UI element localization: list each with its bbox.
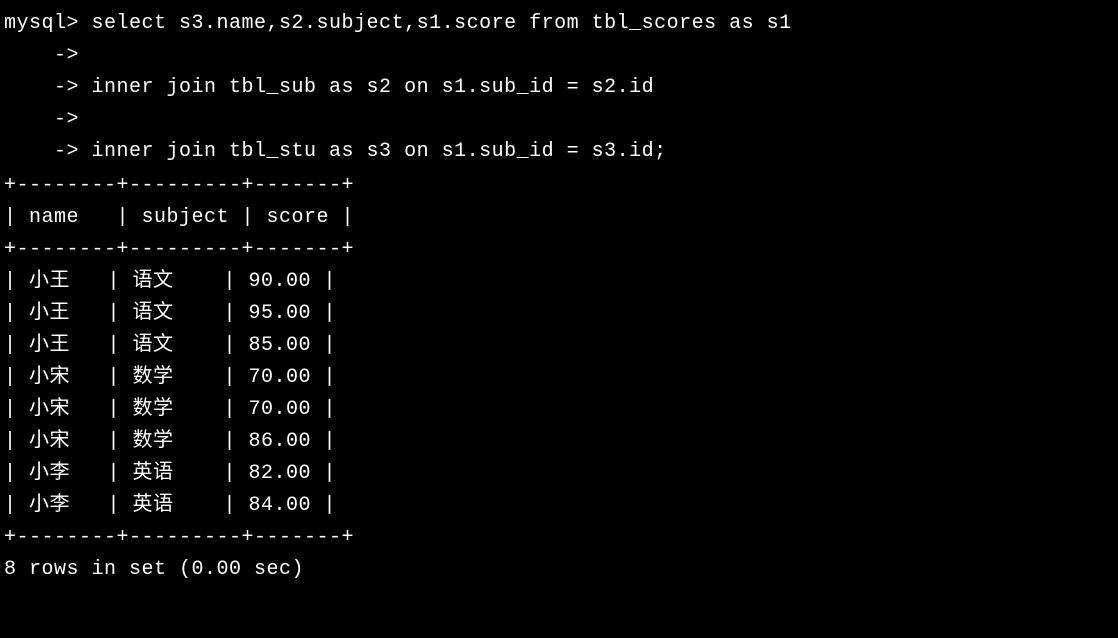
continuation-prompt: -> (4, 140, 92, 163)
result-table: +--------+---------+-------+ | name | su… (4, 170, 1114, 554)
table-border-bottom: +--------+---------+-------+ (4, 522, 1114, 554)
table-row: | 小王 | 语文 | 85.00 | (4, 330, 1114, 362)
mysql-prompt: mysql> (4, 12, 92, 35)
table-row: | 小李 | 英语 | 84.00 | (4, 490, 1114, 522)
continuation-prompt: -> (4, 44, 92, 67)
table-row: | 小宋 | 数学 | 86.00 | (4, 426, 1114, 458)
query-text-5: inner join tbl_stu as s3 on s1.sub_id = … (92, 140, 667, 163)
table-row: | 小王 | 语文 | 90.00 | (4, 266, 1114, 298)
query-line-1: mysql> select s3.name,s2.subject,s1.scor… (4, 8, 1114, 40)
query-line-2: -> (4, 40, 1114, 72)
continuation-prompt: -> (4, 108, 92, 131)
rows-in-set: 8 rows in set (0.00 sec) (4, 554, 1114, 586)
table-row: | 小宋 | 数学 | 70.00 | (4, 362, 1114, 394)
table-row: | 小李 | 英语 | 82.00 | (4, 458, 1114, 490)
table-row: | 小宋 | 数学 | 70.00 | (4, 394, 1114, 426)
query-text-3: inner join tbl_sub as s2 on s1.sub_id = … (92, 76, 655, 99)
continuation-prompt: -> (4, 76, 92, 99)
query-line-4: -> (4, 104, 1114, 136)
query-line-5: -> inner join tbl_stu as s3 on s1.sub_id… (4, 136, 1114, 168)
sql-query-block: mysql> select s3.name,s2.subject,s1.scor… (4, 8, 1114, 168)
result-footer: 8 rows in set (0.00 sec) (4, 554, 1114, 586)
query-text-1: select s3.name,s2.subject,s1.score from … (92, 12, 792, 35)
table-row: | 小王 | 语文 | 95.00 | (4, 298, 1114, 330)
table-border-mid: +--------+---------+-------+ (4, 234, 1114, 266)
table-header: | name | subject | score | (4, 202, 1114, 234)
table-border-top: +--------+---------+-------+ (4, 170, 1114, 202)
query-line-3: -> inner join tbl_sub as s2 on s1.sub_id… (4, 72, 1114, 104)
